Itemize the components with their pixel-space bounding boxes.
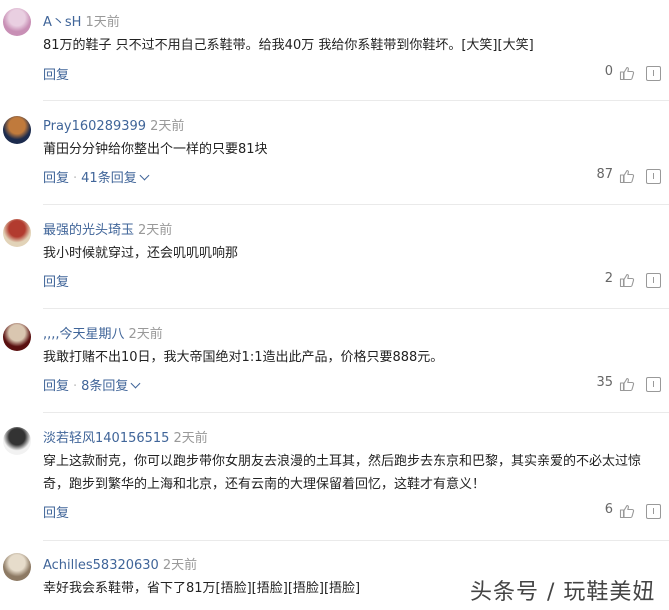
comment-time: 2天前 bbox=[150, 119, 185, 134]
thumbs-up-icon[interactable] bbox=[619, 65, 635, 81]
comment-item: A丶sH 1天前 81万的鞋子 只不过不用自己系鞋带。给我40万 我给你系鞋带到你鞋… bbox=[0, 0, 669, 104]
watermark: 头条号 / 玩鞋美妞 bbox=[470, 580, 656, 605]
comment-text: 81万的鞋子 只不过不用自己系鞋带。给我40万 我给你系鞋带到你鞋坏。[大笑][… bbox=[43, 38, 534, 53]
like-count: 35 bbox=[596, 375, 613, 390]
comment-actions: 回复 bbox=[43, 271, 69, 290]
comment-item: 淡若轻风140156515 2天前穿上这款耐克，你可以跑步带你女朋友去浪漫的土耳其… bbox=[0, 416, 669, 544]
thumbs-up-icon[interactable] bbox=[619, 503, 635, 519]
divider bbox=[43, 308, 669, 309]
report-icon[interactable] bbox=[646, 377, 661, 392]
comment-header: Achilles58320630 2天前 bbox=[43, 554, 197, 573]
avatar[interactable] bbox=[3, 116, 31, 144]
comment-item: ,,,,今天星期八 2天前我敢打赌不出10日，我大帝国绝对1:1造出此产品，价格只… bbox=[0, 312, 669, 416]
comment-header: 最强的光头琦玉 2天前 bbox=[43, 219, 172, 238]
reply-button[interactable]: 回复 bbox=[43, 68, 69, 83]
avatar[interactable] bbox=[3, 427, 31, 455]
comment-header: A丶sH 1天前 bbox=[43, 11, 120, 30]
like-count: 0 bbox=[604, 64, 613, 79]
comment-actions: 回复 · 41条回复 bbox=[43, 167, 150, 186]
comment-item: Pray160289399 2天前莆田分分钟给你整出个一样的只要81块 回复 · 41条… bbox=[0, 104, 669, 208]
like-count: 87 bbox=[596, 167, 613, 182]
username-link[interactable]: Pray160289399 bbox=[43, 119, 146, 134]
view-replies-button[interactable]: 8条回复 bbox=[81, 379, 128, 394]
username-link[interactable]: ,,,,今天星期八 bbox=[43, 327, 125, 342]
reply-button[interactable]: 回复 bbox=[43, 171, 69, 186]
comment-time: 2天前 bbox=[128, 327, 163, 342]
avatar[interactable] bbox=[3, 8, 31, 36]
report-icon[interactable] bbox=[646, 169, 661, 184]
avatar[interactable] bbox=[3, 553, 31, 581]
like-count: 6 bbox=[604, 502, 613, 517]
username-link[interactable]: 最强的光头琦玉 bbox=[43, 223, 134, 238]
username-link[interactable]: 淡若轻风140156515 bbox=[43, 431, 169, 446]
chevron-down-icon[interactable] bbox=[139, 170, 150, 181]
thumbs-up-icon[interactable] bbox=[619, 376, 635, 392]
username-link[interactable]: A丶sH bbox=[43, 15, 81, 30]
comment-text: 莆田分分钟给你整出个一样的只要81块 bbox=[43, 142, 268, 157]
report-icon[interactable] bbox=[646, 504, 661, 519]
comment-header: 淡若轻风140156515 2天前 bbox=[43, 427, 208, 446]
divider bbox=[43, 540, 669, 541]
divider bbox=[43, 100, 669, 101]
comment-actions: 回复 bbox=[43, 502, 69, 521]
comment-item: 最强的光头琦玉 2天前我小时候就穿过，还会叽叽叽响那 回复 2 bbox=[0, 208, 669, 312]
divider bbox=[43, 412, 669, 413]
avatar[interactable] bbox=[3, 323, 31, 351]
comment-time: 2天前 bbox=[162, 558, 198, 573]
chevron-down-icon[interactable] bbox=[130, 378, 141, 389]
divider bbox=[43, 204, 669, 205]
comment-header: Pray160289399 2天前 bbox=[43, 115, 184, 134]
separator-dot: · bbox=[73, 171, 78, 186]
comment-text: 我小时候就穿过，还会叽叽叽响那 bbox=[43, 246, 239, 261]
comment-text: 穿上这款耐克，你可以跑步带你女朋友去浪漫的土耳其，然后跑步去东京和巴黎，其实亲爱… bbox=[43, 454, 642, 492]
comment-time: 2天前 bbox=[173, 431, 208, 446]
comment-header: ,,,,今天星期八 2天前 bbox=[43, 323, 163, 342]
thumbs-up-icon[interactable] bbox=[619, 168, 635, 184]
username-link[interactable]: Achilles58320630 bbox=[43, 558, 159, 573]
separator-dot: · bbox=[73, 379, 78, 394]
avatar[interactable] bbox=[3, 219, 31, 247]
comment-text: 我敢打赌不出10日，我大帝国绝对1:1造出此产品，价格只要888元。 bbox=[43, 350, 444, 365]
like-count: 2 bbox=[604, 271, 613, 286]
reply-button[interactable]: 回复 bbox=[43, 506, 69, 521]
comment-actions: 回复 bbox=[43, 64, 69, 83]
comment-time: 2天前 bbox=[138, 223, 173, 238]
comment-time: 1天前 bbox=[85, 15, 120, 30]
reply-button[interactable]: 回复 bbox=[43, 379, 69, 394]
comment-actions: 回复 · 8条回复 bbox=[43, 375, 141, 394]
report-icon[interactable] bbox=[646, 273, 661, 288]
view-replies-button[interactable]: 41条回复 bbox=[81, 171, 137, 186]
thumbs-up-icon[interactable] bbox=[619, 272, 635, 288]
report-icon[interactable] bbox=[646, 66, 661, 81]
reply-button[interactable]: 回复 bbox=[43, 275, 69, 290]
